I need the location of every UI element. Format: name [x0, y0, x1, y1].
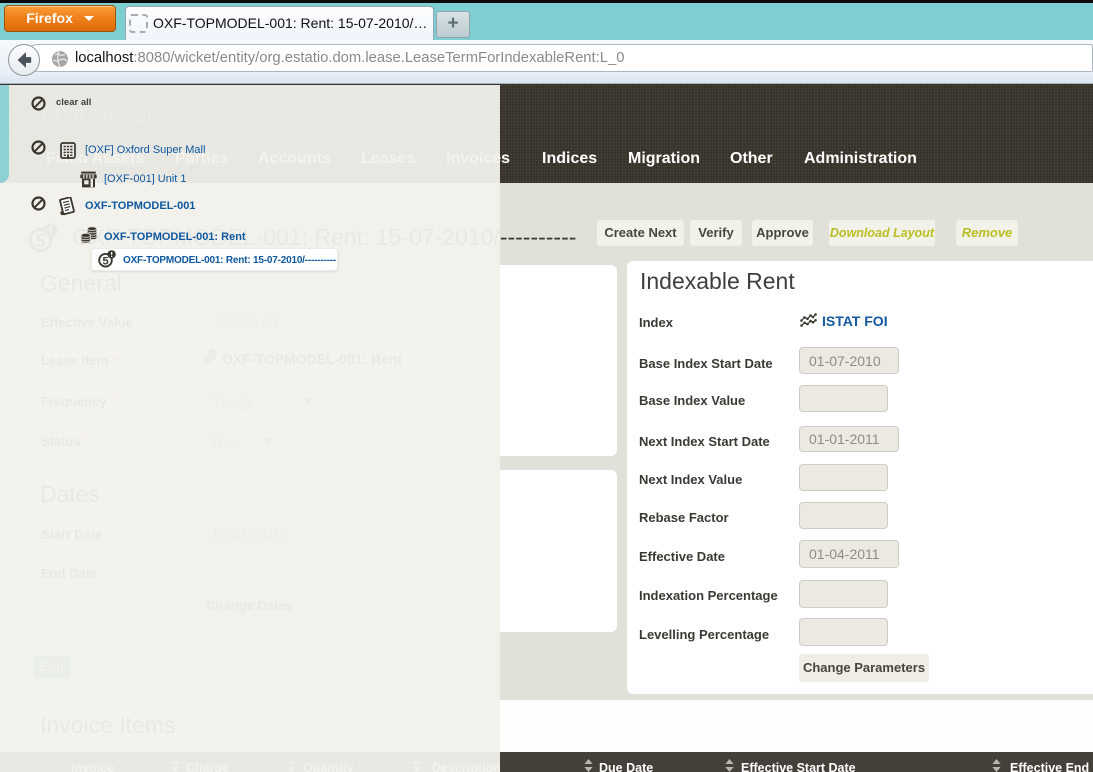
- svg-text:5: 5: [102, 255, 108, 267]
